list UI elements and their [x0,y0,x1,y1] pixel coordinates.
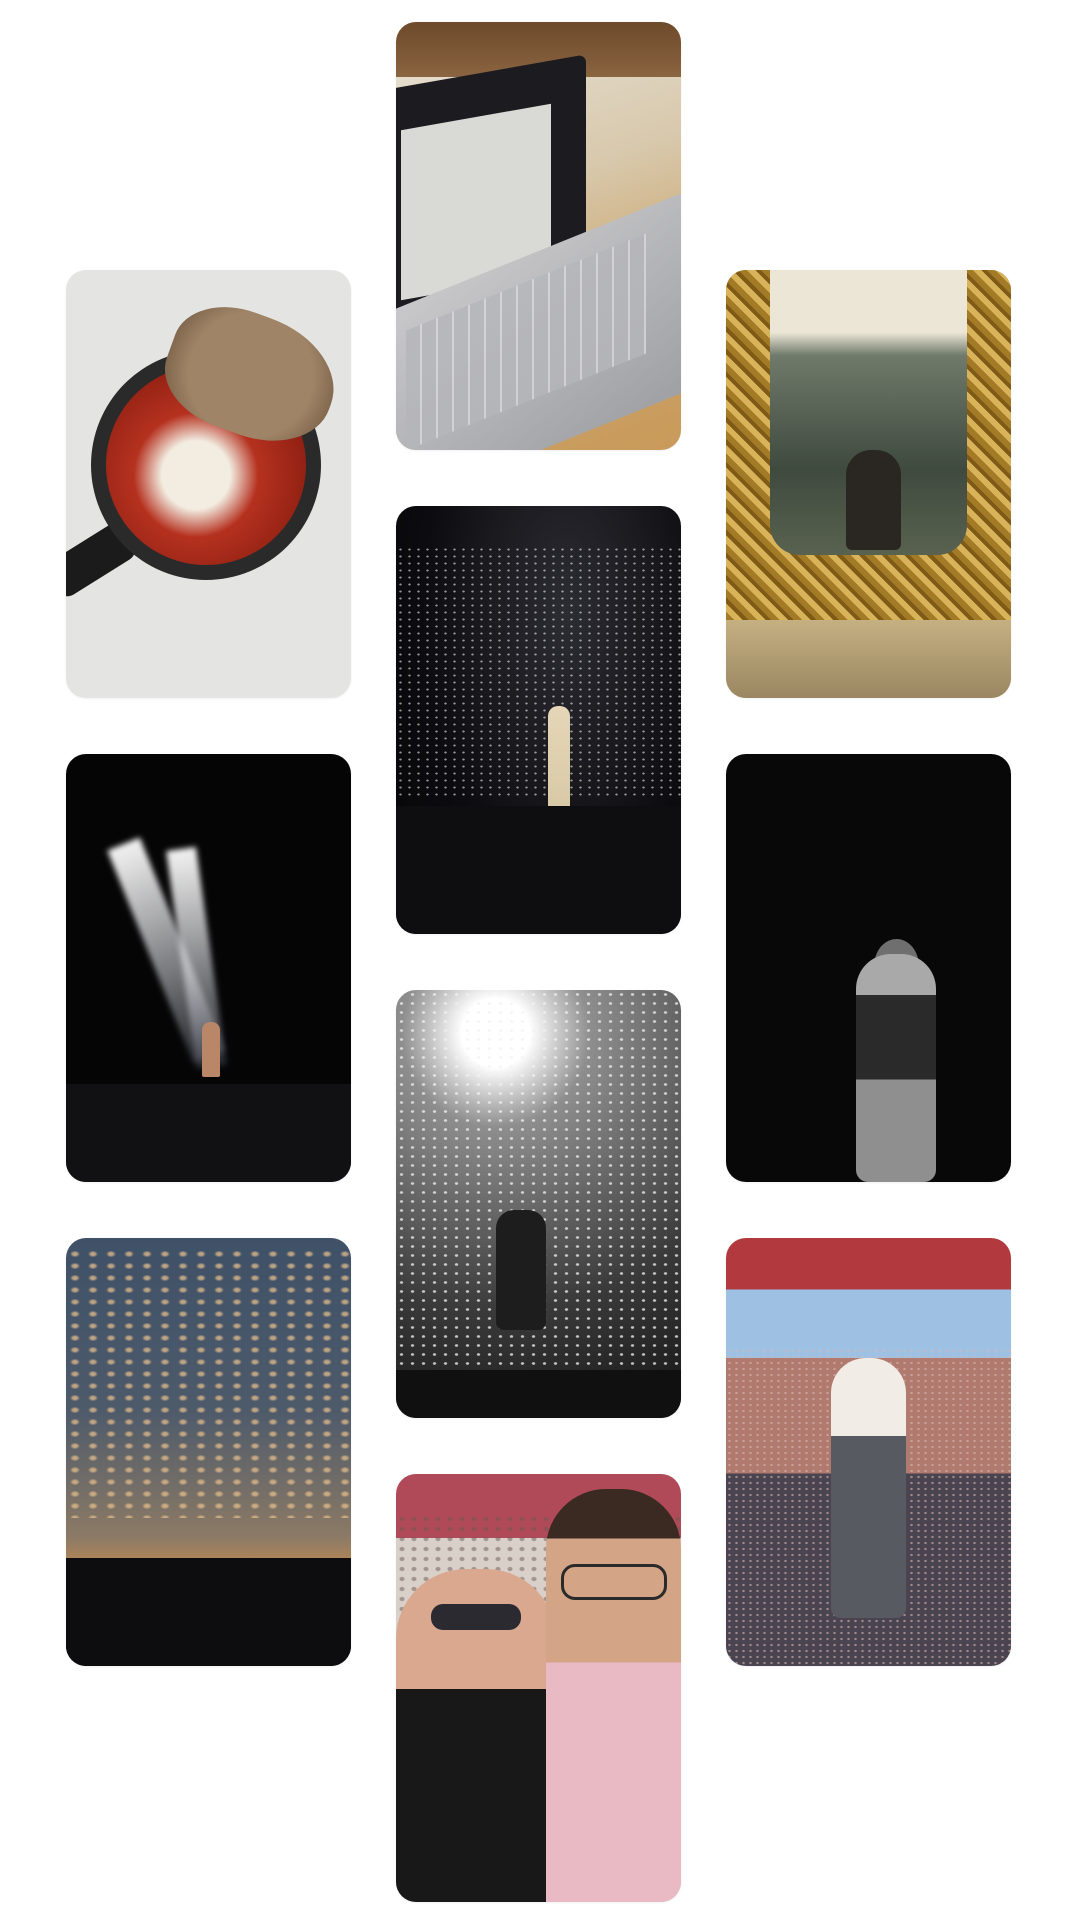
pan-photo [66,270,351,698]
stage [396,1370,681,1418]
confetti-photo [396,990,681,1418]
singer-figure [548,706,570,811]
photo-tile-concert-crowd[interactable] [396,506,681,934]
clouds [66,1248,351,1518]
spotlights-photo [66,754,351,1182]
photo-tile-confetti[interactable] [396,990,681,1418]
tree-silhouette [66,1558,351,1666]
confetti [396,990,681,1418]
photo-tile-spotlights[interactable] [66,754,351,1182]
reflection-person [846,450,901,550]
photo-tile-mirror[interactable] [726,270,1011,698]
phone-lights [396,546,681,796]
photo-tile-selfie[interactable] [396,1474,681,1902]
sunset-photo [66,1238,351,1666]
photo-tile-stadium[interactable] [726,1238,1011,1666]
mirror-photo [726,270,1011,698]
selfie-photo [396,1474,681,1902]
marble-floor [726,620,1011,698]
stage [396,806,681,934]
stadium-photo [726,1238,1011,1666]
photo-tile-laptop[interactable] [396,22,681,450]
guitarist-figure [202,1022,220,1077]
concert-crowd-photo [396,506,681,934]
stage [66,1084,351,1182]
performer-figure [496,1210,546,1330]
singer-figure [856,954,936,1182]
man-figure [546,1489,681,1902]
laptop-photo [396,22,681,450]
singer-photo [726,754,1011,1182]
photo-tile-singer[interactable] [726,754,1011,1182]
performer-figure [831,1358,906,1618]
eyeglasses [561,1564,667,1600]
sunglasses [431,1604,521,1630]
photo-tile-sunset[interactable] [66,1238,351,1666]
photo-tile-pan[interactable] [66,270,351,698]
